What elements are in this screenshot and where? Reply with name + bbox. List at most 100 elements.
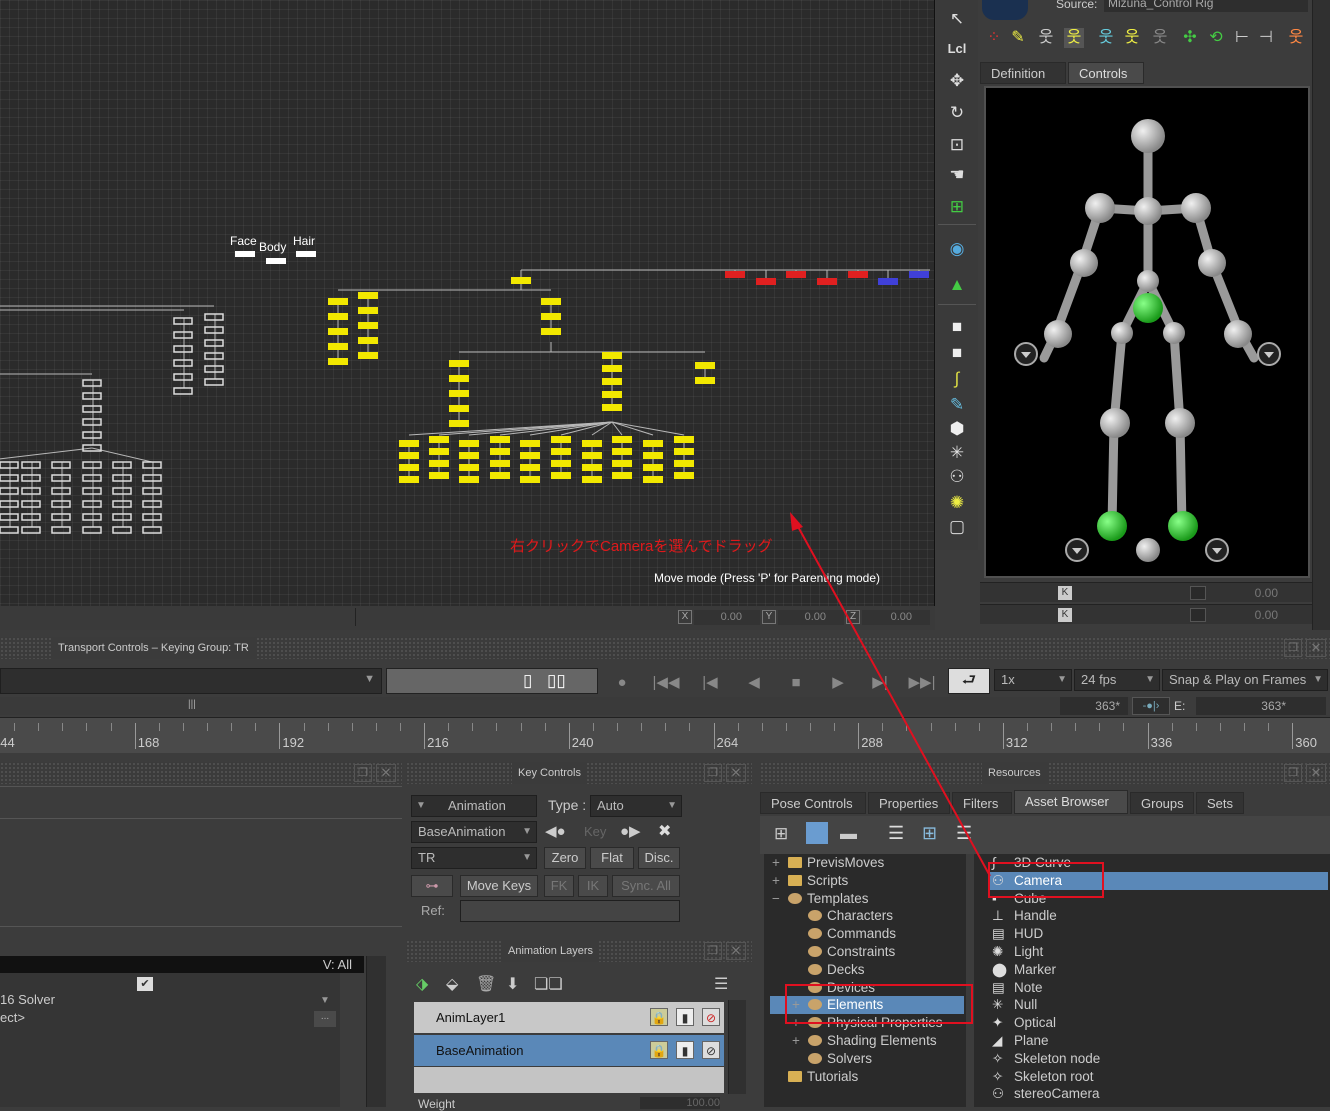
restore-icon[interactable]: ❐ [1284, 639, 1302, 657]
fk-button[interactable]: FK [544, 875, 574, 897]
chevron-down-icon[interactable]: ▼ [320, 995, 330, 1006]
layers-scrollbar[interactable] [728, 1000, 746, 1094]
body-joint[interactable] [1181, 193, 1211, 223]
schematic-node[interactable] [490, 448, 510, 455]
play-icon[interactable]: ▶ [820, 672, 856, 694]
schematic-node[interactable] [204, 339, 224, 347]
body-joint[interactable] [1136, 538, 1160, 562]
schematic-node[interactable] [51, 461, 71, 469]
asset-item[interactable]: ▤ HUD [990, 925, 1328, 943]
y-field[interactable]: 0.00 [778, 610, 844, 625]
expand-toggle-icon[interactable]: + [772, 854, 780, 872]
schematic-node[interactable] [612, 460, 632, 467]
schematic-node[interactable] [449, 405, 469, 412]
schematic-node[interactable] [142, 513, 162, 521]
goto-start-icon[interactable]: |◀◀ [648, 672, 684, 694]
schematic-node[interactable] [817, 278, 837, 285]
schematic-node[interactable] [328, 358, 348, 365]
effector-joint[interactable] [1168, 511, 1198, 541]
key-toggle-2[interactable]: K [1058, 608, 1072, 622]
schematic-node[interactable] [643, 464, 663, 471]
schematic-node[interactable] [520, 464, 540, 471]
trash-icon[interactable]: 🗑 [476, 974, 496, 994]
schematic-node[interactable] [602, 365, 622, 372]
view-mode-toggle[interactable]: ▯ ▯▯ [386, 668, 598, 694]
schematic-node[interactable] [0, 461, 19, 469]
key-button[interactable]: Key [584, 824, 606, 839]
schematic-node[interactable] [490, 436, 510, 443]
schematic-node[interactable] [328, 313, 348, 320]
schematic-node[interactable] [541, 298, 561, 305]
schematic-node[interactable] [173, 317, 193, 325]
schematic-node[interactable] [695, 362, 715, 369]
list-view-icon[interactable]: ☰ [888, 823, 904, 844]
key-toggle-1[interactable]: K [1058, 586, 1072, 600]
schematic-node[interactable] [173, 345, 193, 353]
schematic-node[interactable] [848, 271, 868, 278]
schematic-node[interactable] [358, 337, 378, 344]
schematic-node[interactable] [51, 526, 71, 534]
schematic-node[interactable] [82, 405, 102, 413]
close-icon[interactable]: ✕ [1306, 639, 1326, 657]
zero-button[interactable]: Zero [544, 847, 586, 869]
asset-item[interactable]: ✳ Null [990, 996, 1328, 1014]
schematic-node[interactable] [82, 418, 102, 426]
schematic-node[interactable] [520, 452, 540, 459]
schematic-node[interactable] [173, 387, 193, 395]
schematic-node[interactable] [0, 513, 19, 521]
schematic-node[interactable] [520, 440, 540, 447]
box-icon[interactable]: ▢ [942, 514, 972, 540]
timeline-ruler[interactable]: 144 168 192 216 240 264 288 312 336 360 [0, 717, 1330, 753]
tree-item[interactable]: Tutorials [770, 1068, 964, 1086]
asset-item[interactable]: ✦ Optical [990, 1014, 1328, 1032]
key-icon[interactable]: ⊶ [411, 875, 453, 897]
schematic-node[interactable] [399, 440, 419, 447]
x-field[interactable]: 0.00 [694, 610, 760, 625]
schematic-node[interactable] [358, 307, 378, 314]
slider-grip-icon[interactable]: ||| [188, 699, 196, 710]
schematic-node[interactable] [541, 328, 561, 335]
type-dropdown[interactable]: Auto ▼ [590, 795, 682, 817]
pencil-icon[interactable]: ✎ [1008, 28, 1028, 48]
restore-icon[interactable]: ❐ [704, 764, 722, 782]
tab-asset-browser[interactable]: Asset Browser [1014, 790, 1128, 814]
schematic-node[interactable] [582, 452, 602, 459]
schematic-node[interactable] [21, 500, 41, 508]
light-icon[interactable]: ✺ [942, 490, 972, 516]
schematic-node[interactable] [399, 452, 419, 459]
sync-all-button[interactable]: Sync. All [612, 875, 680, 897]
body-joint[interactable] [1111, 322, 1133, 344]
schematic-node[interactable] [756, 278, 776, 285]
schematic-node[interactable] [82, 513, 102, 521]
tab-controls[interactable]: Controls [1068, 62, 1144, 84]
schematic-node[interactable] [0, 474, 19, 482]
schematic-node[interactable] [21, 461, 41, 469]
schematic-node[interactable] [112, 461, 132, 469]
browse-button[interactable]: ... [314, 1011, 336, 1027]
goto-end-icon[interactable]: ▶▶| [904, 672, 940, 694]
schematic-node[interactable] [551, 460, 571, 467]
schematic-node[interactable] [328, 343, 348, 350]
schematic-view[interactable]: Face Body Hair 右クリックでCameraを選んでドラッグ Move… [0, 0, 935, 606]
figure-yellow-icon[interactable]: 웃 [1122, 28, 1142, 48]
schematic-node[interactable] [82, 487, 102, 495]
schematic-node[interactable] [520, 476, 540, 483]
camera-icon[interactable]: ⚇ [942, 464, 972, 490]
properties-scrollbar[interactable] [366, 956, 386, 1107]
schematic-node[interactable] [551, 436, 571, 443]
body-joint[interactable] [1085, 193, 1115, 223]
pin-icon[interactable]: ✣ [1180, 28, 1200, 48]
schematic-node[interactable] [0, 500, 19, 508]
body-joint[interactable] [1163, 322, 1185, 344]
hand-icon[interactable]: ☚ [942, 162, 972, 188]
figure-full-icon[interactable]: 웃 [1064, 28, 1084, 48]
schematic-node[interactable] [112, 513, 132, 521]
schematic-node[interactable] [21, 487, 41, 495]
schematic-node[interactable] [582, 440, 602, 447]
body-joint[interactable] [1224, 320, 1252, 348]
schematic-node[interactable] [429, 436, 449, 443]
stop-icon[interactable]: ■ [778, 672, 814, 694]
schematic-node[interactable] [358, 352, 378, 359]
prev-key-icon[interactable]: |◀ [692, 672, 728, 694]
speed-dropdown[interactable]: 1x ▼ [994, 669, 1072, 691]
